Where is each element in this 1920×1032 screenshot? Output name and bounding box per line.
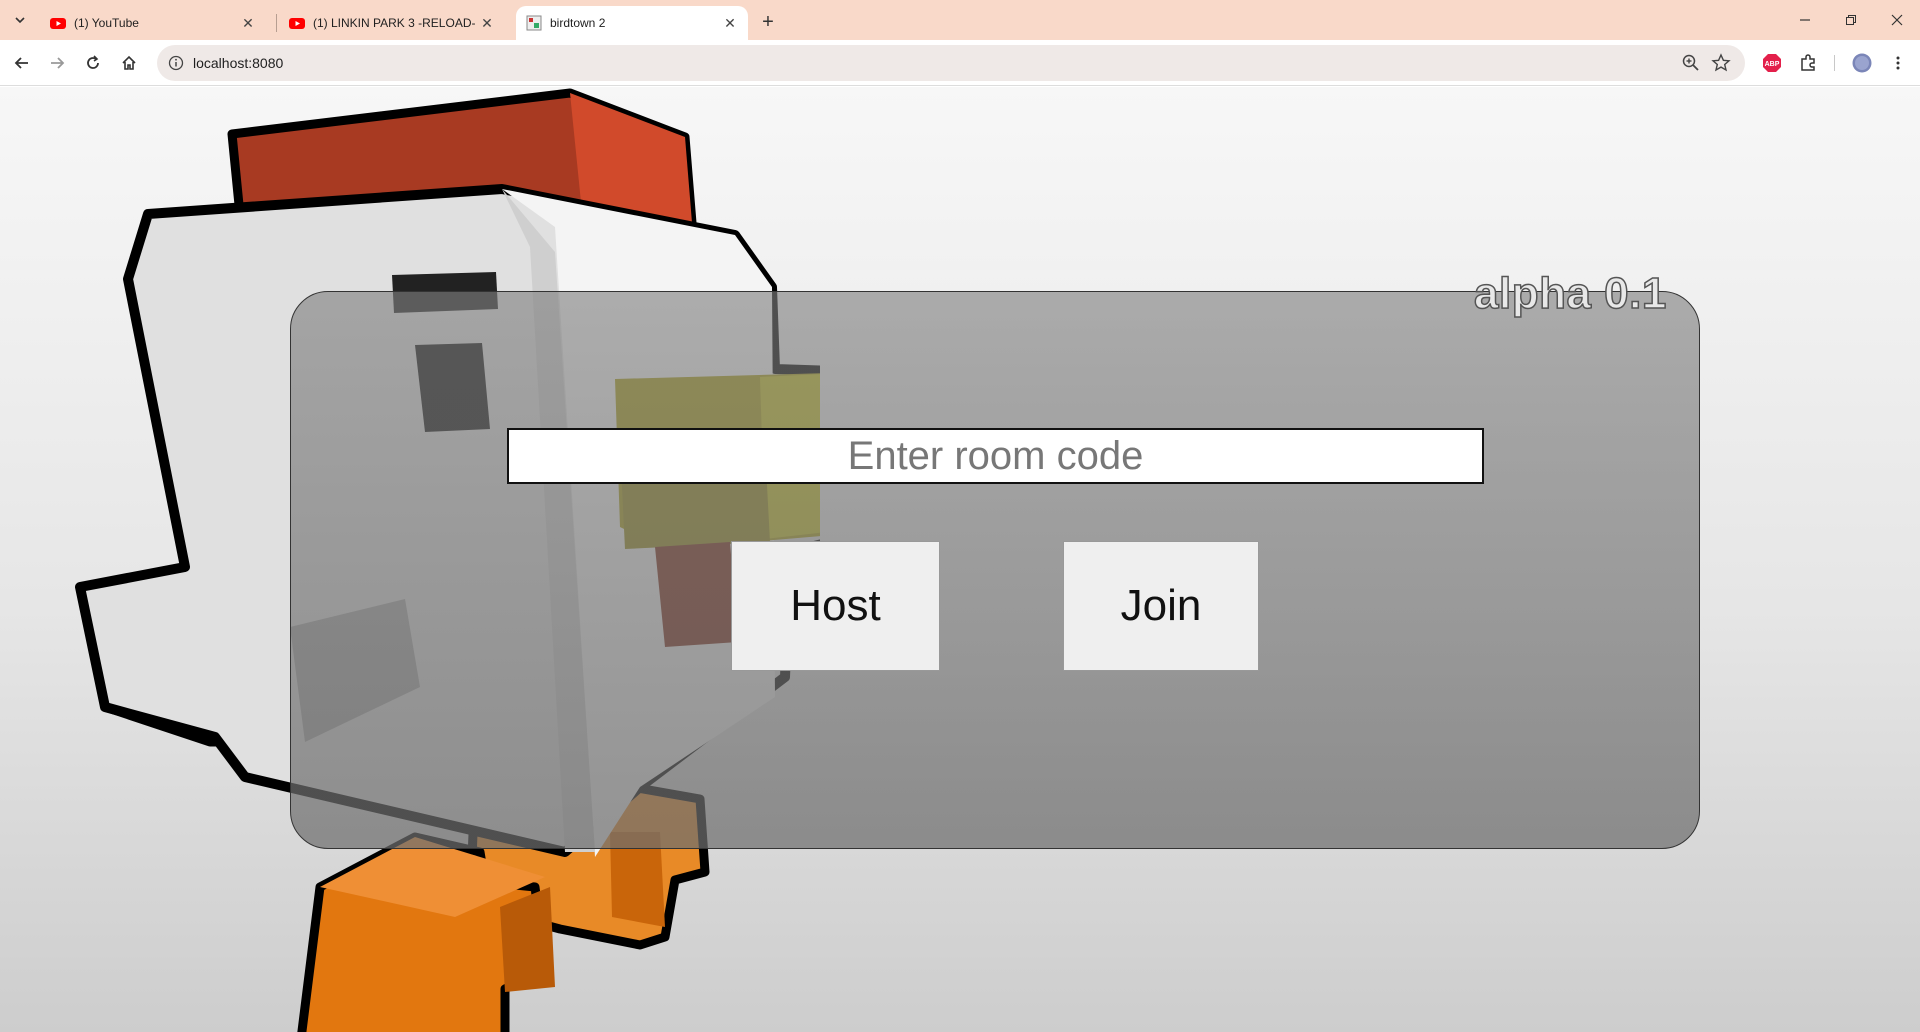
adblock-extension-button[interactable]: ABP [1756, 47, 1788, 79]
menu-button[interactable] [1882, 47, 1914, 79]
tab-close-icon[interactable]: ✕ [479, 15, 495, 31]
page-viewport: alpha 0.1 Host Join [0, 87, 1920, 1032]
tab-youtube[interactable]: (1) YouTube ✕ [40, 6, 266, 40]
svg-text:ABP: ABP [1765, 61, 1780, 68]
forward-icon [51, 57, 65, 69]
tab-linkin-park[interactable]: (1) LINKIN PARK 3 -RELOAD- (A ✕ [279, 6, 505, 40]
back-icon [14, 57, 28, 69]
back-button[interactable] [6, 47, 38, 79]
url-text[interactable]: localhost:8080 [193, 45, 283, 81]
profile-avatar-icon [1852, 53, 1872, 73]
tab-birdtown[interactable]: birdtown 2 ✕ [516, 6, 748, 40]
tab-close-icon[interactable]: ✕ [722, 15, 738, 31]
adblock-extension-icon: ABP [1763, 54, 1781, 72]
tab-close-icon[interactable]: ✕ [240, 15, 256, 31]
close-icon [1891, 14, 1903, 26]
main-menu-panel [290, 291, 1700, 849]
tab-title: (1) YouTube [74, 16, 139, 30]
home-icon [122, 55, 136, 70]
host-button[interactable]: Host [731, 541, 940, 671]
restore-button[interactable] [1828, 0, 1874, 40]
tab-search-button[interactable] [8, 8, 32, 32]
forward-button[interactable] [41, 47, 73, 79]
profile-avatar[interactable] [1846, 47, 1878, 79]
menu-kebab-icon [1896, 56, 1900, 70]
youtube-icon [50, 18, 66, 29]
site-info-icon[interactable] [166, 53, 186, 73]
room-code-input[interactable] [507, 428, 1484, 484]
tab-separator [276, 14, 277, 32]
minimize-icon [1800, 19, 1810, 21]
toolbar-separator [1834, 55, 1835, 71]
tab-title: birdtown 2 [550, 16, 606, 30]
page-favicon-icon [526, 15, 542, 31]
youtube-icon [289, 18, 305, 29]
tab-strip: (1) YouTube ✕ (1) LINKIN PARK 3 -RELOAD-… [0, 0, 1920, 40]
address-bar[interactable]: localhost:8080 [157, 45, 1745, 81]
chevron-down-icon [15, 17, 25, 24]
browser-toolbar: localhost:8080 ABP [0, 40, 1920, 86]
version-label: alpha 0.1 [1473, 268, 1667, 319]
extensions-icon [1801, 54, 1815, 71]
tab-title: (1) LINKIN PARK 3 -RELOAD- (A [313, 16, 479, 30]
home-button[interactable] [113, 47, 145, 79]
minimize-button[interactable] [1782, 0, 1828, 40]
restore-icon [1846, 15, 1856, 25]
extensions-button[interactable] [1792, 47, 1824, 79]
join-button[interactable]: Join [1063, 541, 1259, 671]
reload-button[interactable] [77, 47, 109, 79]
reload-icon [87, 55, 99, 69]
bookmark-star-icon[interactable] [1711, 53, 1731, 73]
new-tab-button[interactable]: + [756, 10, 780, 34]
close-window-button[interactable] [1874, 0, 1920, 40]
zoom-icon[interactable] [1681, 53, 1701, 73]
